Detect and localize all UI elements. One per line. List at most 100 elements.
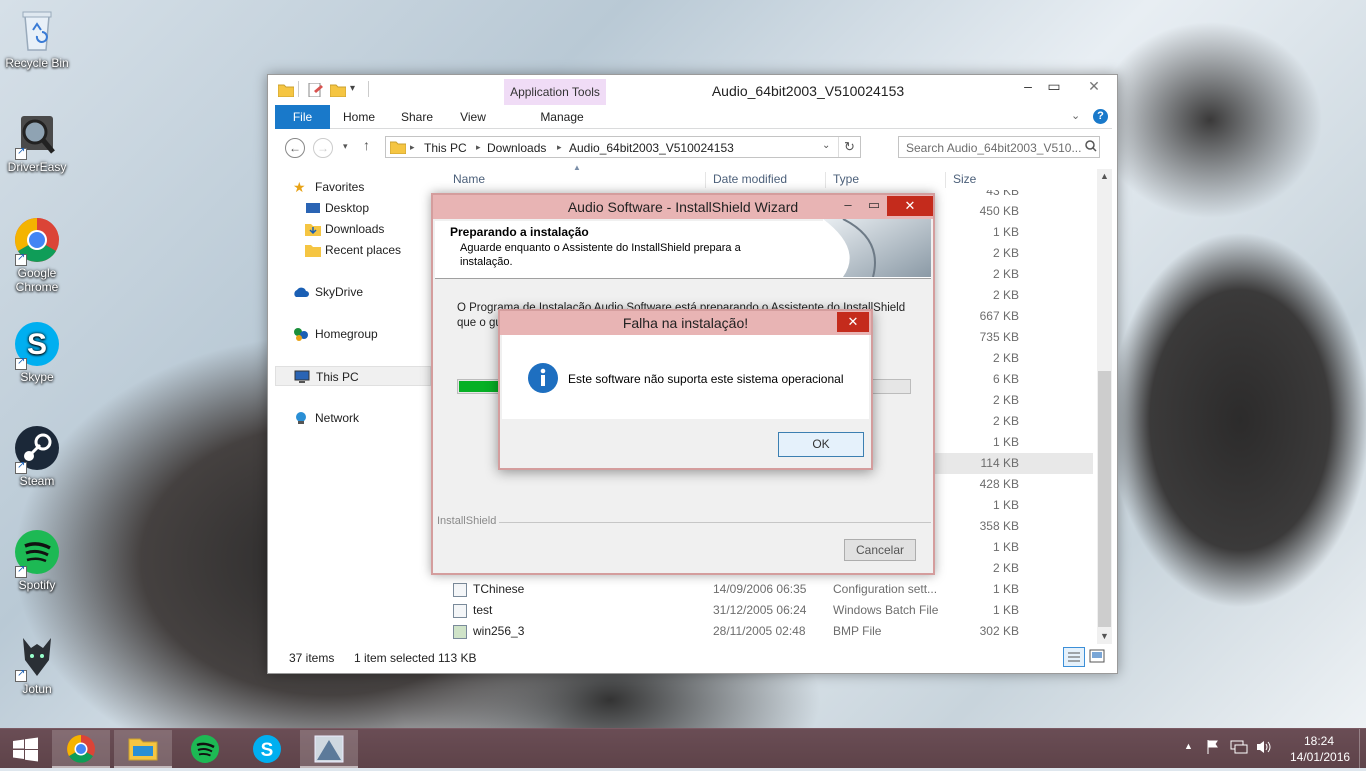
desktop-icon-recycle-bin[interactable]: Recycle Bin: [0, 6, 74, 70]
close-button[interactable]: ✕: [837, 312, 869, 332]
breadcrumb-separator: ▸: [410, 142, 415, 152]
wizard-heading: Preparando a instalação: [450, 225, 589, 239]
show-hidden-icons[interactable]: ▲: [1184, 741, 1193, 751]
divider: [368, 81, 369, 97]
star-icon: ★: [293, 179, 306, 195]
ribbon-tabs: File Home Share View Manage ⌄ ?: [275, 105, 1112, 129]
clock-date[interactable]: 14/01/2016: [1290, 750, 1350, 764]
tab-view[interactable]: View: [451, 105, 495, 129]
taskbar-chrome[interactable]: [52, 730, 110, 768]
tab-share[interactable]: Share: [395, 105, 439, 129]
breadcrumb-separator: ▸: [476, 142, 481, 152]
tab-manage[interactable]: Manage: [511, 105, 613, 129]
start-button[interactable]: [0, 730, 50, 768]
clock-time[interactable]: 18:24: [1304, 734, 1334, 748]
error-message: Este software não suporta este sistema o…: [568, 372, 844, 386]
maximize-button[interactable]: ▭: [1038, 75, 1070, 97]
steam-icon: [13, 424, 61, 474]
help-icon[interactable]: ?: [1093, 109, 1108, 124]
tab-file[interactable]: File: [275, 105, 330, 129]
table-row[interactable]: win256_3 28/11/2005 02:48 BMP File 302 K…: [439, 621, 1093, 642]
expand-ribbon-icon[interactable]: ⌄: [1071, 109, 1080, 122]
new-folder-icon[interactable]: [329, 83, 347, 98]
recycle-bin-icon: [13, 6, 61, 54]
address-dropdown-icon[interactable]: ⌄: [822, 140, 830, 151]
breadcrumb-separator: ▸: [557, 142, 562, 152]
tab-home[interactable]: Home: [337, 105, 381, 129]
spotify-icon: [191, 735, 219, 763]
show-desktop-button[interactable]: [1359, 729, 1366, 769]
skype-icon: S: [253, 735, 281, 763]
taskbar-skype[interactable]: S: [238, 730, 296, 768]
ok-button[interactable]: OK: [778, 432, 864, 457]
column-divider[interactable]: [705, 172, 706, 188]
close-button[interactable]: ✕: [1074, 75, 1114, 97]
taskbar-file-explorer[interactable]: [114, 730, 172, 768]
properties-icon[interactable]: [308, 82, 324, 98]
maximize-button[interactable]: ▭: [861, 195, 887, 217]
refresh-icon[interactable]: ↻: [844, 139, 855, 155]
customize-toolbar-icon[interactable]: ▾: [350, 83, 355, 94]
action-center-flag-icon[interactable]: [1206, 739, 1222, 758]
taskbar: S ▲ 18:24 14/01/2016: [0, 728, 1366, 769]
chrome-icon: [13, 216, 61, 266]
breadcrumb-downloads[interactable]: Downloads: [487, 141, 546, 155]
recent-locations-icon[interactable]: ▾: [343, 141, 348, 152]
network-tray-icon[interactable]: [1230, 739, 1248, 758]
scroll-down-icon[interactable]: ▼: [1100, 631, 1109, 641]
desktop-icon-chrome[interactable]: Google Chrome: [0, 216, 74, 294]
minimize-button[interactable]: –: [835, 195, 861, 217]
column-divider[interactable]: [945, 172, 946, 188]
desktop-icon-steam[interactable]: Steam: [0, 424, 74, 488]
nav-desktop[interactable]: Desktop: [275, 198, 431, 218]
table-row[interactable]: test 31/12/2005 06:24 Windows Batch File…: [439, 600, 1093, 621]
skype-icon: S: [13, 320, 61, 370]
nav-this-pc[interactable]: This PC: [275, 366, 431, 386]
column-date-modified[interactable]: Date modified: [713, 172, 787, 186]
search-icon[interactable]: [1085, 140, 1097, 155]
network-icon: [293, 411, 309, 425]
nav-recent-places[interactable]: Recent places: [275, 240, 431, 260]
navigation-pane: ★ Favorites Desktop Downloads Recent pla…: [275, 173, 431, 643]
wizard-titlebar: Audio Software - InstallShield Wizard – …: [433, 195, 933, 219]
nav-network[interactable]: Network: [275, 408, 431, 428]
forward-button[interactable]: →: [313, 138, 333, 158]
column-headers: ▲ Name Date modified Type Size: [433, 163, 1098, 190]
taskbar-spotify[interactable]: [176, 730, 234, 768]
search-input[interactable]: Search Audio_64bit2003_V510...: [898, 136, 1100, 158]
taskbar-installer[interactable]: [300, 730, 358, 768]
wizard-title: Audio Software - InstallShield Wizard: [567, 199, 799, 215]
vertical-scrollbar[interactable]: ▲ ▼: [1097, 169, 1112, 644]
back-button[interactable]: ←: [285, 138, 305, 158]
nav-homegroup[interactable]: Homegroup: [275, 324, 431, 344]
volume-icon[interactable]: [1255, 739, 1273, 758]
desktop-icon-drivereasy[interactable]: DriverEasy: [0, 110, 74, 174]
scrollbar-thumb[interactable]: [1098, 371, 1111, 627]
installshield-brand: InstallShield: [437, 515, 497, 527]
column-name[interactable]: Name: [453, 172, 485, 186]
desktop-icon-skype[interactable]: S Skype: [0, 320, 74, 384]
cancel-button[interactable]: Cancelar: [844, 539, 916, 561]
nav-favorites[interactable]: ★ Favorites: [275, 177, 431, 197]
desktop-icon-spotify[interactable]: Spotify: [0, 528, 74, 592]
nav-skydrive[interactable]: SkyDrive: [275, 282, 431, 302]
column-size[interactable]: Size: [953, 172, 976, 186]
address-bar[interactable]: ▸ This PC ▸ Downloads ▸ Audio_64bit2003_…: [385, 136, 861, 158]
table-row[interactable]: TChinese 14/09/2006 06:35 Configuration …: [439, 579, 1093, 600]
folder-icon: [277, 83, 295, 98]
selection-size: 113 KB: [438, 651, 477, 665]
breadcrumb-this-pc[interactable]: This PC: [424, 141, 467, 155]
installer-icon: [314, 735, 344, 763]
column-divider[interactable]: [825, 172, 826, 188]
desktop-icon-jotun[interactable]: Jotun: [0, 632, 74, 696]
column-type[interactable]: Type: [833, 172, 859, 186]
cloud-icon: [293, 285, 309, 299]
divider: [499, 522, 931, 523]
details-view-icon[interactable]: [1063, 647, 1085, 667]
close-button[interactable]: ✕: [887, 196, 933, 216]
nav-downloads[interactable]: Downloads: [275, 219, 431, 239]
breadcrumb-current-folder[interactable]: Audio_64bit2003_V510024153: [569, 141, 734, 155]
scroll-up-icon[interactable]: ▲: [1100, 171, 1109, 181]
up-button[interactable]: ↑: [363, 137, 370, 153]
large-icons-view-icon[interactable]: [1089, 649, 1105, 666]
